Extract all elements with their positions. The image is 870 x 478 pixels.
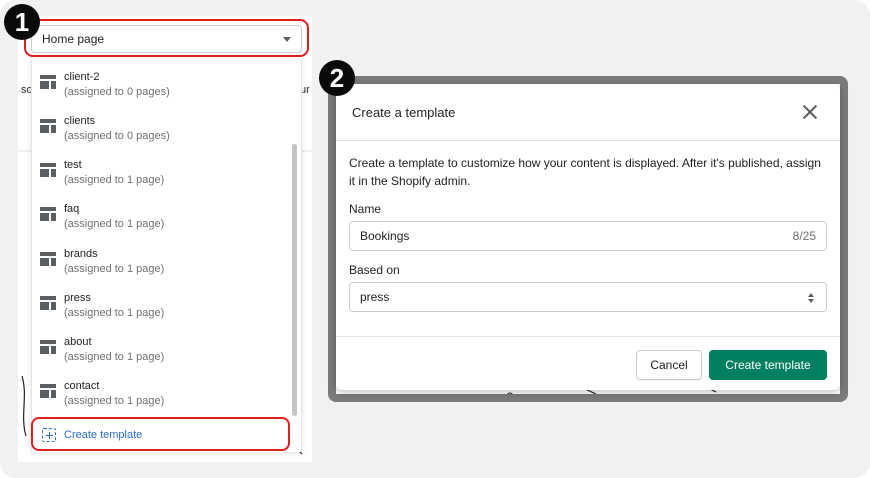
template-name: about xyxy=(64,336,92,348)
name-label: Name xyxy=(349,202,382,216)
template-item-press[interactable]: press (assigned to 1 page) xyxy=(40,291,280,331)
based-on-label: Based on xyxy=(349,263,400,277)
template-assigned: (assigned to 1 page) xyxy=(64,307,165,319)
template-assigned: (assigned to 1 page) xyxy=(64,351,165,363)
template-name: press xyxy=(64,292,91,304)
template-item-test[interactable]: test (assigned to 1 page) xyxy=(40,158,280,198)
template-icon xyxy=(40,163,56,177)
create-template-modal: Create a template Create a template to c… xyxy=(336,84,840,390)
template-assigned: (assigned to 0 pages) xyxy=(64,86,170,98)
template-assigned: (assigned to 1 page) xyxy=(64,395,165,407)
template-name: client-2 xyxy=(64,71,100,83)
template-icon xyxy=(40,296,56,310)
screenshot-frame: so ur Home page client-2 (assigned to 0 p… xyxy=(0,0,870,478)
template-assigned: (assigned to 1 page) xyxy=(64,174,165,186)
template-item-contact[interactable]: contact (assigned to 1 page) xyxy=(40,379,280,419)
based-on-value: press xyxy=(360,290,390,304)
caret-down-icon xyxy=(283,37,291,42)
template-icon xyxy=(40,252,56,266)
create-template-label: Create template xyxy=(64,429,143,441)
modal-footer: Cancel Create template xyxy=(336,336,840,390)
step-badge-1: 1 xyxy=(4,4,40,40)
template-item-client-2[interactable]: client-2 (assigned to 0 pages) xyxy=(40,70,280,110)
template-name: contact xyxy=(64,380,100,392)
dropdown-scrollbar[interactable] xyxy=(292,144,297,416)
template-select[interactable]: Home page xyxy=(31,25,302,53)
template-assigned: (assigned to 0 pages) xyxy=(64,130,170,142)
cancel-button[interactable]: Cancel xyxy=(636,350,702,380)
modal-header: Create a template xyxy=(336,84,840,141)
template-name: brands xyxy=(64,248,98,260)
template-item-clients[interactable]: clients (assigned to 0 pages) xyxy=(40,114,280,154)
template-item-faq[interactable]: faq (assigned to 1 page) xyxy=(40,202,280,242)
template-assigned: (assigned to 1 page) xyxy=(64,218,165,230)
close-icon[interactable] xyxy=(802,104,818,120)
template-icon xyxy=(40,340,56,354)
modal-title: Create a template xyxy=(352,104,456,120)
template-item-about[interactable]: about (assigned to 1 page) xyxy=(40,335,280,375)
step-badge-2: 2 xyxy=(319,60,355,96)
template-item-brands[interactable]: brands (assigned to 1 page) xyxy=(40,247,280,287)
template-icon xyxy=(40,207,56,221)
name-field[interactable]: Bookings 8/25 xyxy=(349,221,827,251)
template-name: clients xyxy=(64,115,96,127)
name-value: Bookings xyxy=(360,229,410,243)
add-template-icon xyxy=(42,428,56,442)
template-assigned: (assigned to 1 page) xyxy=(64,263,165,275)
template-name: faq xyxy=(64,203,80,215)
template-icon xyxy=(40,119,56,133)
template-select-value: Home page xyxy=(42,32,105,46)
name-character-counter: 8/25 xyxy=(792,229,816,243)
template-icon xyxy=(40,384,56,398)
modal-description: Create a template to customize how your … xyxy=(349,156,821,188)
template-name: test xyxy=(64,159,82,171)
create-template-button[interactable]: Create template xyxy=(709,350,827,380)
template-icon xyxy=(40,75,56,89)
modal-body: Create a template to customize how your … xyxy=(336,141,840,312)
based-on-select[interactable]: press xyxy=(349,282,827,312)
select-arrows-icon xyxy=(808,293,814,303)
create-template-option[interactable]: Create template xyxy=(42,427,142,443)
